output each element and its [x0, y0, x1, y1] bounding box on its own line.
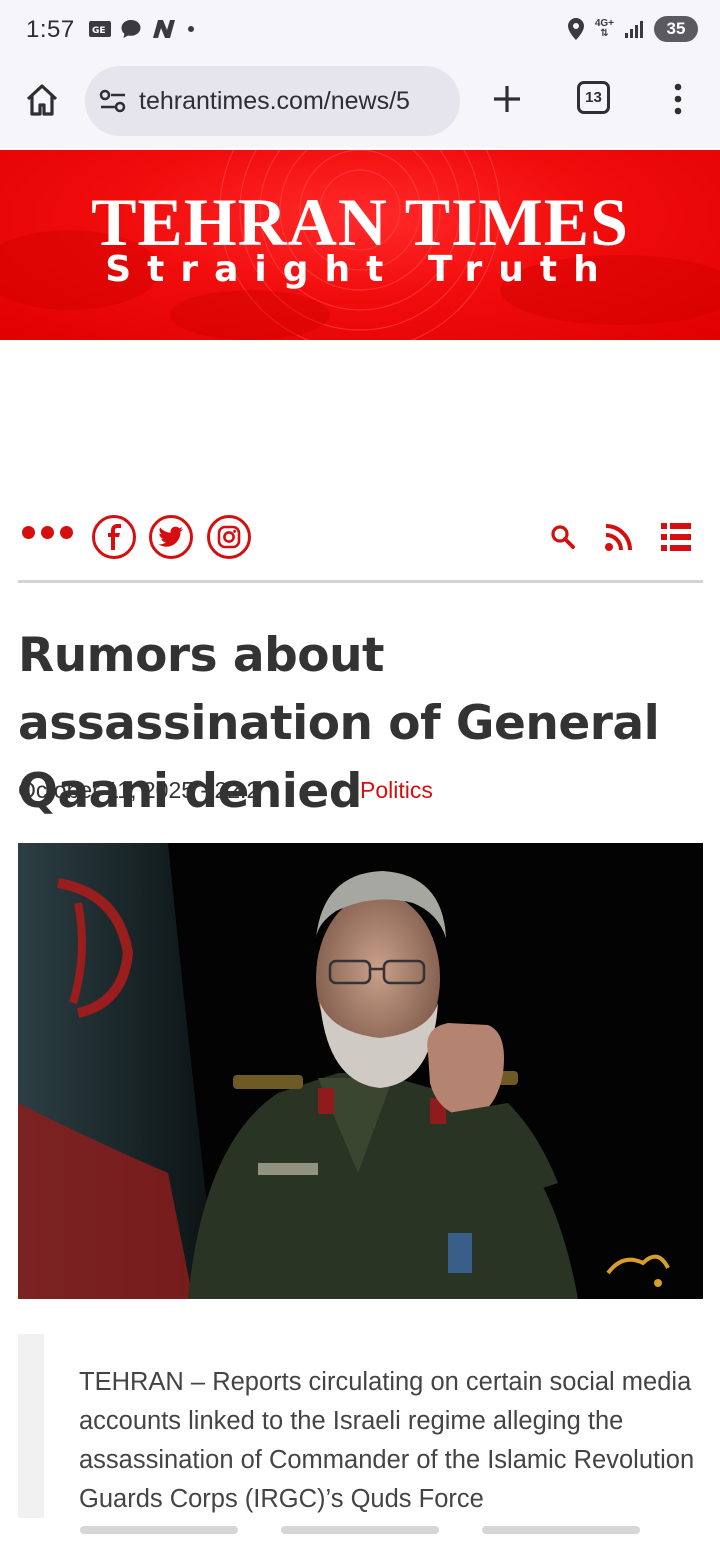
battery-icon: 35	[654, 16, 698, 42]
facebook-icon	[108, 524, 121, 550]
network-type-label: 4G+	[594, 18, 614, 29]
more-dots-icon[interactable]	[22, 526, 73, 539]
battery-level: 35	[666, 19, 686, 38]
article-photo-illustration	[18, 843, 703, 1299]
search-icon	[551, 525, 575, 549]
article-lead-text: TEHRAN – Reports circulating on certain …	[79, 1368, 695, 1513]
loading-placeholder	[80, 1526, 238, 1534]
article-photo	[18, 843, 703, 1299]
status-bar: 1:57 GE 4G+ ⇅ 35	[0, 0, 720, 62]
search-button[interactable]	[546, 520, 580, 554]
twitter-link[interactable]	[149, 515, 193, 559]
n-app-notification-icon	[153, 20, 175, 38]
lead-quote-bar	[18, 1334, 44, 1518]
site-logo-tagline: Straight Truth	[105, 249, 615, 290]
system-icons: 4G+ ⇅ 35	[567, 16, 698, 42]
rss-icon	[605, 524, 632, 551]
facebook-link[interactable]	[92, 515, 136, 559]
signal-icon	[625, 21, 643, 38]
address-bar[interactable]: tehrantimes.com/news/5	[85, 66, 460, 136]
twitter-icon	[158, 526, 183, 547]
site-logo-title: TEHRAN TIMES	[91, 184, 629, 260]
article-lead: TEHRAN – Reports circulating on certain …	[18, 1334, 703, 1518]
section-menu-button[interactable]	[659, 520, 693, 554]
news-notification-icon: GE	[89, 21, 111, 37]
home-icon	[26, 84, 58, 116]
status-time: 1:57	[26, 16, 75, 43]
notification-icons: GE	[88, 18, 196, 40]
svg-text:GE: GE	[92, 26, 106, 36]
site-settings-icon[interactable]	[99, 88, 127, 114]
list-menu-icon	[661, 523, 691, 551]
browser-toolbar: tehrantimes.com/news/5 13	[0, 62, 720, 148]
tab-switcher-icon[interactable]: 13	[577, 81, 610, 114]
location-icon	[567, 18, 584, 40]
article-category-link[interactable]: Politics	[360, 777, 433, 804]
social-tools-row	[18, 512, 703, 562]
article-date: October 11, 2025 - 22:2	[18, 777, 260, 803]
instagram-icon	[217, 525, 241, 549]
loading-placeholder	[482, 1526, 640, 1534]
rss-button[interactable]	[602, 520, 636, 554]
instagram-link[interactable]	[207, 515, 251, 559]
new-tab-button[interactable]	[488, 80, 526, 118]
network-type-icon: 4G+ ⇅	[594, 18, 614, 39]
loading-placeholder	[281, 1526, 439, 1534]
more-notifications-dot-icon	[188, 26, 194, 32]
overflow-menu-icon	[674, 83, 682, 115]
site-banner[interactable]: TEHRAN TIMES Straight Truth	[0, 150, 720, 340]
new-tab-icon	[494, 86, 520, 112]
url-text: tehrantimes.com/news/5	[139, 86, 410, 115]
chat-notification-icon	[121, 20, 141, 38]
home-button[interactable]	[22, 80, 62, 120]
overflow-menu-button[interactable]	[664, 78, 692, 120]
header-divider	[18, 580, 703, 583]
tab-count: 13	[585, 89, 602, 106]
